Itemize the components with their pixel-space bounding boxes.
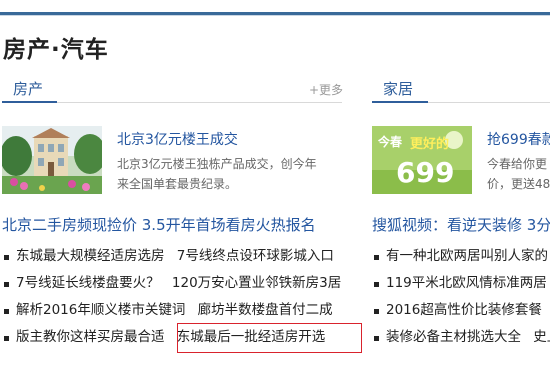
house-feature-title[interactable]: 北京3亿元楼王成交	[117, 129, 238, 149]
news-link[interactable]: 2016超高性价比装修套餐	[386, 302, 542, 318]
home-headline[interactable]: 搜狐视频：看逆天装修 3分	[372, 214, 550, 235]
bullet-icon	[4, 309, 9, 314]
highlight-box	[177, 323, 362, 353]
bullet-icon	[374, 282, 379, 287]
house-feature-image[interactable]	[2, 126, 102, 194]
news-link[interactable]: 版主教你这样买房最合适	[16, 329, 165, 345]
news-link[interactable]: 史上	[533, 329, 550, 345]
promo-text-mid: 更好的	[410, 136, 449, 152]
news-link[interactable]: 有一种北欧两居叫别人家的	[386, 248, 548, 264]
news-link[interactable]: 廊坊半数楼盘首付二成	[198, 302, 333, 318]
home-news-list: 有一种北欧两居叫别人家的 119平米北欧风情标准两居 2016超高性价比装修套餐…	[372, 243, 550, 351]
news-link[interactable]: 120万安心置业邻铁新房3居	[172, 275, 341, 291]
top-rule-thin	[0, 15, 550, 16]
news-link[interactable]: 7号线延长线楼盘要火？	[16, 275, 160, 291]
list-item: 2016超高性价比装修套餐	[372, 297, 550, 324]
home-feature-title[interactable]: 抢699春款	[487, 129, 550, 149]
bullet-icon	[4, 336, 9, 341]
more-link[interactable]: +更多	[309, 81, 343, 98]
home-feature-desc-line: 价，更送488	[487, 177, 550, 191]
list-item: 解析2016年顺义楼市关键词 廊坊半数楼盘首付二成	[2, 297, 347, 324]
home-feature-image[interactable]: 今春 更好的 699	[372, 126, 472, 194]
list-item: 7号线延长线楼盘要火？ 120万安心置业邻铁新房3居	[2, 270, 347, 297]
tab-house[interactable]: 房产	[13, 78, 43, 99]
home-feature-desc: 今春给你更 价，更送488	[487, 154, 550, 194]
house-feature-desc: 北京3亿元楼王独栋产品成交，创今年 来全国单套最贵纪录。	[117, 154, 317, 194]
page-title: 房产·汽车	[3, 37, 109, 63]
list-item: 东城最大规模经适房选房 7号线终点设环球影城入口	[2, 243, 347, 270]
promo-text-num: 699	[396, 156, 454, 189]
bullet-icon	[374, 309, 379, 314]
tab-home[interactable]: 家居	[383, 78, 413, 99]
news-link[interactable]: 装修必备主材挑选大全	[386, 329, 521, 345]
list-item: 有一种北欧两居叫别人家的	[372, 243, 550, 270]
news-link[interactable]: 解析2016年顺义楼市关键词	[16, 302, 185, 318]
news-link[interactable]: 119平米北欧风情标准两居	[386, 275, 547, 291]
bullet-icon	[374, 336, 379, 341]
tab-underline-home	[372, 101, 428, 103]
news-link[interactable]: 7号线终点设环球影城入口	[177, 248, 334, 264]
list-item: 装修必备主材挑选大全 史上	[372, 324, 550, 351]
promo-text-top: 今春	[377, 134, 403, 149]
bullet-icon	[4, 255, 9, 260]
home-feature-desc-line: 今春给你更	[487, 157, 548, 171]
list-item: 119平米北欧风情标准两居	[372, 270, 550, 297]
tab-underline-house	[2, 101, 57, 103]
bullet-icon	[374, 255, 379, 260]
house-feature-desc-line: 北京3亿元楼王独栋产品成交，创今年	[117, 157, 317, 171]
house-headline[interactable]: 北京二手房频现捡价 3.5开年首场看房火热报名	[2, 214, 316, 235]
house-feature-desc-line: 来全国单套最贵纪录。	[117, 177, 238, 191]
bullet-icon	[4, 282, 9, 287]
news-link[interactable]: 东城最大规模经适房选房	[16, 248, 165, 264]
